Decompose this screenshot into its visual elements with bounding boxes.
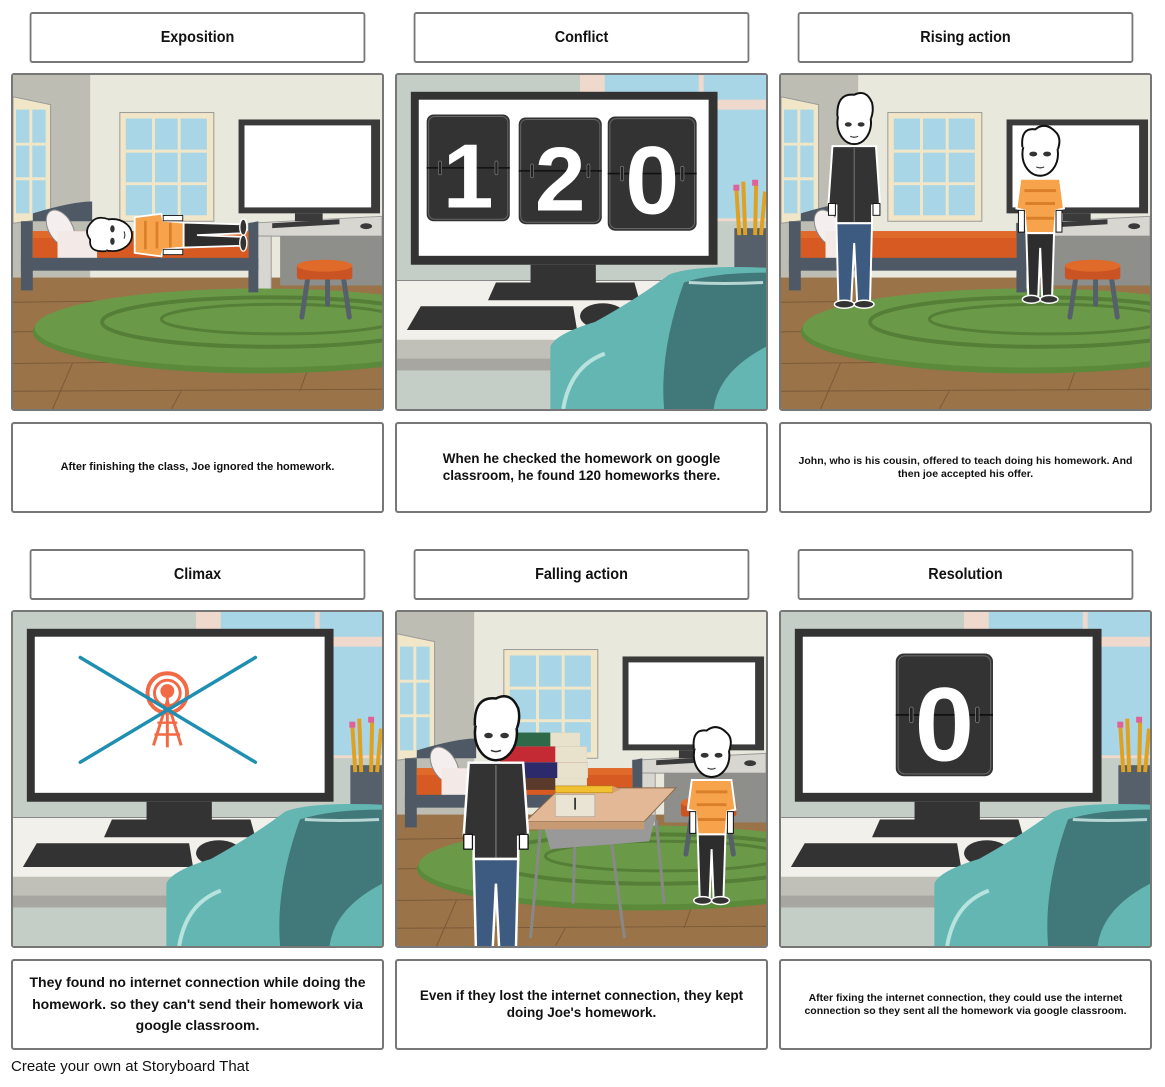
cell-title: Conflict — [554, 28, 609, 46]
cell-title: Exposition — [160, 28, 235, 46]
cell-title: Climax — [173, 565, 222, 583]
scene-image-flip-counter-120: 1 2 0 — [395, 73, 768, 411]
cell-caption: Even if they lost the internet connectio… — [419, 987, 744, 1020]
scene-image-doing-homework — [395, 610, 768, 948]
cell-title-box: Falling action — [413, 549, 750, 600]
cell-title: Rising action — [920, 28, 1011, 46]
scene-image-flip-counter-0: 0 — [779, 610, 1152, 948]
cell-caption: After finishing the class, Joe ignored t… — [60, 460, 335, 473]
cell-title-box: Climax — [29, 549, 366, 600]
caption-box: John, who is his cousin, offered to teac… — [779, 422, 1152, 513]
storyboard-that-link[interactable]: Create your own at Storyboard That — [11, 1058, 249, 1075]
flip-digit: 2 — [535, 129, 586, 230]
flip-digit: 0 — [625, 125, 679, 234]
flip-counter: 1 2 0 — [425, 113, 698, 234]
cell-title: Falling action — [535, 565, 628, 583]
cell-title: Resolution — [928, 565, 1003, 583]
cell-title-box: Exposition — [29, 12, 366, 63]
caption-box: They found no internet connection while … — [11, 959, 384, 1050]
cell-caption: When he checked the homework on google c… — [442, 450, 721, 483]
scene-image-joe-lying-on-bed — [11, 73, 384, 411]
cell-caption: They found no internet connection while … — [29, 973, 366, 1034]
flip-digit: 1 — [443, 126, 494, 227]
caption-box: Even if they lost the internet connectio… — [395, 959, 768, 1050]
cell-title-box: Rising action — [797, 12, 1134, 63]
caption-box: After finishing the class, Joe ignored t… — [11, 422, 384, 513]
caption-box: After fixing the internet connection, th… — [779, 959, 1152, 1050]
scene-image-no-internet — [11, 610, 384, 948]
caption-box: When he checked the homework on google c… — [395, 422, 768, 513]
cell-caption: After fixing the internet connection, th… — [804, 992, 1127, 1017]
cell-title-box: Resolution — [797, 549, 1134, 600]
cell-caption: John, who is his cousin, offered to teac… — [798, 455, 1133, 480]
cell-title-box: Conflict — [413, 12, 750, 63]
flip-counter: 0 — [894, 652, 994, 783]
scene-image-john-and-joe — [779, 73, 1152, 411]
flip-digit: 0 — [915, 666, 974, 783]
